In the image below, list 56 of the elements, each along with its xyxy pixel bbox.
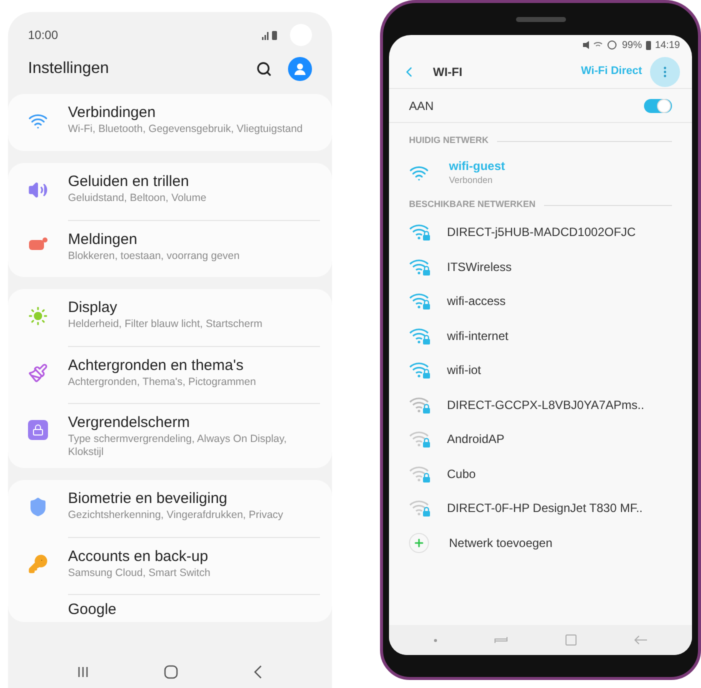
more-icon[interactable] [663,66,667,78]
settings-item[interactable]: Google [68,594,320,622]
network-item[interactable]: wifi-iot [447,361,482,380]
battery-percent: 99% [622,38,642,52]
section-header: HUIDIG NETWERK [409,134,488,148]
sun-icon [28,306,48,326]
battery-icon [646,40,651,50]
add-icon [409,532,429,553]
lock-icon [28,420,48,440]
settings-item[interactable]: Meldingen Blokkeren, toestaan, voorrang geven [68,220,320,277]
home-icon[interactable] [164,665,178,679]
profile-icon[interactable] [288,57,312,81]
network-item[interactable]: Cubo [447,464,476,483]
shield-icon [28,497,48,517]
settings-item[interactable]: Biometrie en beveiliging Gezichtsherkenning, Vingerafdrukken, Privacy [68,480,320,537]
settings-item[interactable]: Accounts en back-up Samsung Cloud, Smart Switch [68,537,320,594]
wifi-lock-icon [409,292,431,310]
search-icon[interactable] [256,61,272,77]
toggle-label: AAN [409,98,434,114]
wifi-lock-icon [409,326,431,345]
network-item[interactable]: DIRECT-0F-HP DesignJet T830 MF.. [447,499,643,518]
status-time: 14:19 [654,38,680,52]
speaker-icon [28,180,48,200]
back-icon[interactable] [252,665,263,679]
wifi-lock-icon [409,430,431,448]
settings-item[interactable]: Geluiden en trillen Geluidstand, Beltoon, Volume [68,163,320,220]
screen-title: WI-FI [433,64,462,80]
key-icon [28,554,48,574]
section-header: BESCHIKBARE NETWERKEN [409,198,536,212]
settings-item[interactable]: Vergrendelscherm Type schermvergrendeling, Always On Display, Klokstijl [68,403,320,468]
network-item[interactable]: DIRECT-j5HUB-MADCD1002OFJC [447,223,636,242]
settings-item[interactable]: Achtergronden en thema's Achtergronden, Thema's, Pictogrammen [68,346,320,403]
network-item[interactable]: AndroidAP [447,430,504,448]
signal-battery-icon [262,30,278,40]
wifi-lock-icon [409,361,431,380]
network-item[interactable]: DIRECT-GCCPX-L8VBJ0YA7APms.. [447,396,644,414]
network-item[interactable]: wifi-internet [447,326,508,345]
network-item[interactable]: ITSWireless [447,258,512,276]
wifi-lock-icon [409,396,431,414]
settings-item[interactable]: Verbindingen Wi-Fi, Bluetooth, Gegevensgebruik, Vliegtuigstand [68,94,320,151]
status-icons [582,40,618,50]
add-network-item[interactable]: Netwerk toevoegen [449,534,552,552]
wifi-switch[interactable] [644,98,672,112]
notification-icon [28,237,48,251]
network-item[interactable]: wifi-access [447,292,506,310]
wifi-lock-icon [409,223,431,242]
paintbrush-icon [28,363,48,383]
speaker-grille [516,16,566,22]
status-time: 10:00 [28,27,58,44]
screen-title: Instellingen [28,59,109,79]
more-options-button[interactable] [650,56,680,86]
settings-item[interactable]: Display Helderheid, Filter blauw licht, Startscherm [68,289,320,346]
recent-apps-icon[interactable] [77,666,90,678]
wifi-lock-icon [409,258,431,276]
wifi-lock-icon [409,499,431,518]
wifi-lock-icon [409,464,431,483]
